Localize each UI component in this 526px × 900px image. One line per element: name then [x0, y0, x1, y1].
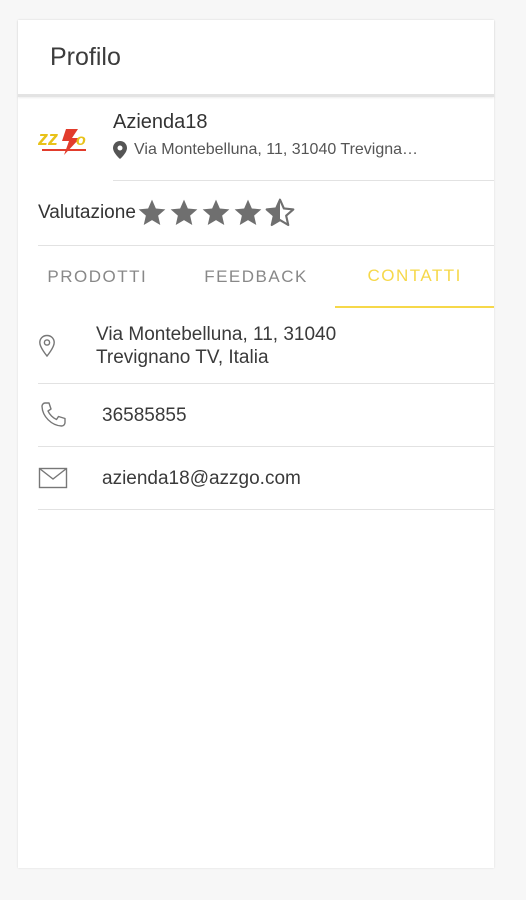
tab-feedback[interactable]: FEEDBACK [177, 246, 336, 308]
location-icon [38, 334, 72, 358]
profile-card: Profilo zz o Azienda18 Via Montebelluna,… [18, 20, 495, 868]
star-full-icon [170, 199, 198, 225]
star-full-icon [138, 199, 166, 225]
star-half-icon [265, 198, 295, 227]
address-line-1: Via Montebelluna, 11, 31040 [96, 323, 337, 345]
address-line-2: Trevignano TV, Italia [96, 346, 269, 368]
phone-icon [38, 400, 72, 430]
star-full-icon [202, 199, 230, 225]
star-full-icon [234, 199, 262, 225]
contact-phone: 36585855 [102, 404, 187, 426]
contact-phone-row[interactable]: 36585855 [38, 384, 494, 447]
svg-text:o: o [76, 132, 86, 149]
rating-label: Valutazione [38, 202, 136, 223]
rating-row: Valutazione [38, 181, 494, 246]
company-item[interactable]: zz o Azienda18 Via Montebelluna, 11, 310… [18, 97, 494, 181]
tab-contatti[interactable]: CONTATTI [335, 246, 495, 308]
company-address: Via Montebelluna, 11, 31040 Trevigna… [113, 141, 473, 159]
company-name: Azienda18 [113, 111, 208, 133]
company-address-text: Via Montebelluna, 11, 31040 Trevigna… [134, 141, 419, 158]
mail-icon [38, 467, 72, 489]
divider [113, 180, 494, 181]
header-bar: Profilo [18, 20, 494, 97]
svg-text:zz: zz [38, 128, 58, 150]
location-pin-icon [113, 141, 127, 159]
contact-email-row[interactable]: azienda18@azzgo.com [38, 447, 494, 510]
page-title: Profilo [50, 42, 121, 71]
contact-email: azienda18@azzgo.com [102, 467, 301, 489]
rating-stars [136, 197, 296, 229]
contact-address-row[interactable]: Via Montebelluna, 11, 31040 Trevignano T… [38, 308, 494, 384]
tab-bar: PRODOTTI FEEDBACK CONTATTI [18, 246, 495, 308]
tab-prodotti[interactable]: PRODOTTI [18, 246, 177, 308]
company-logo: zz o [38, 128, 86, 155]
contact-address: Via Montebelluna, 11, 31040 Trevignano T… [96, 323, 336, 369]
